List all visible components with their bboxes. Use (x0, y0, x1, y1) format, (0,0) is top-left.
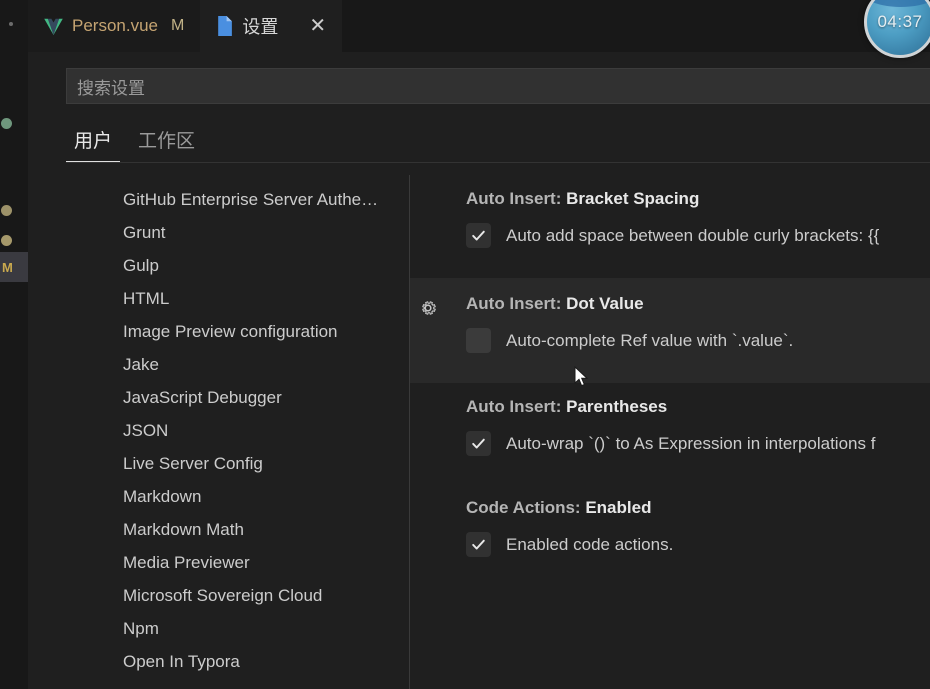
search-placeholder: 搜索设置 (77, 74, 145, 99)
setting-title: Code Actions: Enabled (466, 498, 930, 518)
toc-item[interactable]: Live Server Config (28, 447, 410, 480)
explorer-dot-icon (9, 22, 13, 26)
toc-item[interactable]: HTML (28, 282, 410, 315)
editor-tab-bar: Person.vue M 设置 ✕ (28, 0, 930, 52)
checkbox-checked[interactable] (466, 223, 491, 248)
vscode-window: M Person.vue M (0, 0, 930, 689)
toc-item[interactable]: Npm (28, 612, 410, 645)
toc-item[interactable]: Grunt (28, 216, 410, 249)
setting-title: Auto Insert: Dot Value (466, 294, 930, 314)
explorer-file-row[interactable] (0, 108, 28, 138)
toc-item[interactable]: JSON (28, 414, 410, 447)
checkbox-unchecked[interactable] (466, 328, 491, 353)
file-icon (1, 205, 12, 216)
checkbox-checked[interactable] (466, 431, 491, 456)
tab-settings[interactable]: 设置 ✕ (200, 0, 342, 52)
setting-row-dot-value[interactable]: Auto Insert: Dot Value Auto-complete Ref… (410, 278, 930, 383)
toc-item[interactable]: Media Previewer (28, 546, 410, 579)
explorer-file-row[interactable] (0, 195, 28, 225)
gear-icon[interactable] (418, 298, 438, 318)
setting-checkbox-row[interactable]: Enabled code actions. (466, 532, 930, 557)
explorer-file-row-selected[interactable]: M (0, 252, 28, 282)
settings-search-row: 搜索设置 (28, 52, 930, 104)
file-icon (1, 235, 12, 246)
settings-panes: GitHub Enterprise Server Authe… Grunt Gu… (28, 163, 930, 689)
setting-name: Enabled (585, 498, 651, 517)
tab-user-label: 用户 (74, 131, 112, 152)
tab-person-vue[interactable]: Person.vue M (28, 0, 200, 52)
setting-title: Auto Insert: Bracket Spacing (466, 189, 930, 209)
settings-editor: 搜索设置 用户 工作区 GitHub Enterprise Server Aut… (28, 52, 930, 689)
explorer-file-row[interactable] (0, 225, 28, 255)
vue-icon (44, 18, 63, 35)
tab-user[interactable]: 用户 (66, 126, 120, 163)
setting-name: Dot Value (566, 294, 643, 313)
clock-time: 04:37 (877, 12, 922, 32)
settings-document-icon (216, 16, 233, 36)
setting-row-code-actions-enabled[interactable]: Code Actions: Enabled Enabled code actio… (410, 470, 930, 571)
toc-item[interactable]: Markdown (28, 480, 410, 513)
explorer-sidebar-sliver[interactable]: M (0, 0, 28, 689)
setting-checkbox-row[interactable]: Auto-wrap `()` to As Expression in inter… (466, 431, 930, 456)
check-icon (470, 536, 487, 553)
setting-category: Code Actions: (466, 498, 585, 517)
settings-toc[interactable]: GitHub Enterprise Server Authe… Grunt Gu… (28, 175, 410, 689)
setting-checkbox-row[interactable]: Auto add space between double curly brac… (466, 223, 930, 248)
close-icon[interactable]: ✕ (309, 16, 326, 36)
tab-workspace[interactable]: 工作区 (130, 126, 203, 163)
toc-item[interactable]: Jake (28, 348, 410, 381)
setting-name: Parentheses (566, 397, 667, 416)
tab-modified-badge: M (171, 17, 184, 35)
toc-item[interactable]: GitHub Enterprise Server Authe… (28, 183, 410, 216)
setting-row-parentheses[interactable]: Auto Insert: Parentheses Auto-wrap `()` … (410, 383, 930, 470)
toc-item[interactable]: Gulp (28, 249, 410, 282)
modified-badge: M (2, 260, 13, 275)
search-input[interactable]: 搜索设置 (66, 68, 930, 104)
setting-description: Auto-wrap `()` to As Expression in inter… (506, 434, 875, 454)
toc-item[interactable]: Markdown Math (28, 513, 410, 546)
setting-category: Auto Insert: (466, 397, 566, 416)
setting-description: Auto add space between double curly brac… (506, 226, 879, 246)
setting-description: Auto-complete Ref value with `.value`. (506, 331, 793, 351)
toc-item[interactable]: JavaScript Debugger (28, 381, 410, 414)
tab-label: Person.vue (72, 16, 158, 36)
checkbox-checked[interactable] (466, 532, 491, 557)
check-icon (470, 435, 487, 452)
setting-title: Auto Insert: Parentheses (466, 397, 930, 417)
setting-description: Enabled code actions. (506, 535, 673, 555)
setting-checkbox-row[interactable]: Auto-complete Ref value with `.value`. (466, 328, 930, 353)
file-icon (1, 118, 12, 129)
setting-category: Auto Insert: (466, 294, 566, 313)
setting-name: Bracket Spacing (566, 189, 699, 208)
editor-tab-bar-region: Person.vue M 设置 ✕ 04:37 (0, 0, 930, 52)
toc-item[interactable]: Image Preview configuration (28, 315, 410, 348)
toc-item[interactable]: Microsoft Sovereign Cloud (28, 579, 410, 612)
settings-scope-tabs: 用户 工作区 (28, 104, 930, 163)
setting-category: Auto Insert: (466, 189, 566, 208)
toc-item[interactable]: Open In Typora (28, 645, 410, 678)
settings-list: Auto Insert: Bracket Spacing Auto add sp… (410, 175, 930, 689)
check-icon (470, 227, 487, 244)
tab-workspace-label: 工作区 (138, 131, 195, 152)
setting-row-bracket-spacing[interactable]: Auto Insert: Bracket Spacing Auto add sp… (410, 175, 930, 262)
tab-label: 设置 (242, 13, 278, 39)
